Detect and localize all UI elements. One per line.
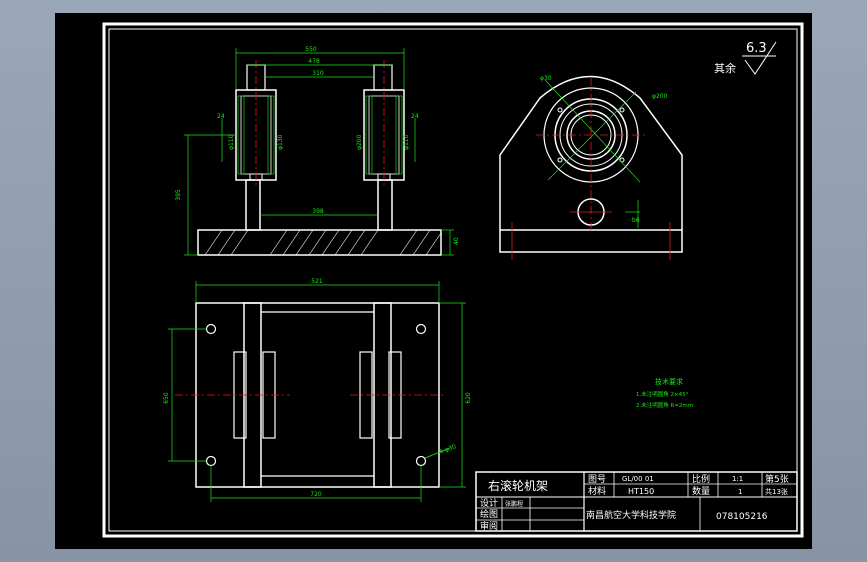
dim-24-left: 24 — [217, 113, 225, 120]
qty-label: 数量 — [692, 485, 710, 497]
sheet-label: 第5张 — [765, 473, 789, 485]
drawing-no: GL/00 01 — [622, 475, 654, 483]
dim-base: 40 — [453, 237, 460, 245]
dim-395: 395 — [175, 189, 182, 201]
bore-label-2: φ130 — [277, 134, 284, 150]
tech-req-item-1: 1.未注明圆角 2×45° — [636, 390, 689, 398]
material-value: HT150 — [628, 487, 654, 496]
plan-dim-620: 620 — [465, 392, 472, 404]
dim-310: 310 — [312, 70, 324, 77]
sheet-outer-border — [102, 22, 804, 538]
plan-dim-521: 521 — [311, 278, 323, 285]
tech-req-title: 技术要求 — [655, 377, 683, 386]
drafter-label: 绘图 — [480, 508, 498, 520]
scale-value: 1:1 — [732, 475, 743, 483]
tech-req-item-2: 2.未注明圆角 R=2mm — [636, 401, 693, 409]
dim-550: 550 — [305, 46, 317, 53]
dim-478: 478 — [308, 58, 320, 65]
side-dim-hole: φ30 — [540, 75, 552, 82]
part-name: 右滚轮机架 — [488, 478, 548, 493]
bore-label-3: φ200 — [356, 134, 363, 150]
plan-dim-720: 720 — [310, 491, 322, 498]
dim-398: 398 — [312, 208, 324, 215]
side-dim-bolt-circle: φ200 — [652, 93, 668, 100]
drawing-no-label: 图号 — [588, 474, 606, 485]
total-sheets: 共13张 — [765, 487, 788, 496]
student-number: 078105216 — [716, 512, 768, 522]
bore-label-1: φ110 — [228, 134, 235, 150]
front-base-plate — [197, 229, 442, 256]
tech-requirements: 技术要求 1.未注明圆角 2×45° 2.未注明圆角 R=2mm — [636, 377, 693, 409]
scale-label: 比例 — [692, 473, 710, 485]
surface-finish-value: 6.3 — [746, 41, 767, 56]
designer-label: 设计 — [480, 497, 498, 509]
front-view: 550 478 310 398 395 24 24 40 φ110 φ130 φ… — [175, 46, 460, 256]
surface-finish-label: 其余 — [714, 61, 736, 75]
qty-value: 1 — [738, 488, 742, 496]
cad-viewport: 其余 6.3 550 478 310 398 395 24 24 40 φ110… — [0, 0, 867, 562]
checker-label: 审阅 — [480, 520, 498, 532]
side-dim-slot: b6 — [632, 217, 640, 224]
dim-24-right: 24 — [411, 113, 419, 120]
title-block: 右滚轮机架 图号 GL/00 01 比例 1:1 第5张 材料 HT150 数量… — [475, 471, 798, 532]
sheet-inner-border — [108, 28, 798, 532]
plan-view: 521 720 650 620 4-φ30 — [163, 278, 472, 502]
drawing-canvas: 其余 6.3 550 478 310 398 395 24 24 40 φ110… — [102, 22, 804, 538]
side-base — [499, 229, 683, 253]
surface-finish-symbol: 其余 6.3 — [714, 41, 777, 75]
side-view: φ200 φ30 b6 — [499, 75, 683, 260]
material-label: 材料 — [588, 485, 606, 497]
designer-name: 张鹏程 — [505, 500, 523, 508]
bore-label-4: φ110 — [403, 134, 410, 150]
plan-dim-650: 650 — [163, 392, 170, 404]
plan-dim-hole: 4-φ30 — [438, 443, 457, 456]
school-name: 南昌航空大学科技学院 — [586, 509, 676, 521]
